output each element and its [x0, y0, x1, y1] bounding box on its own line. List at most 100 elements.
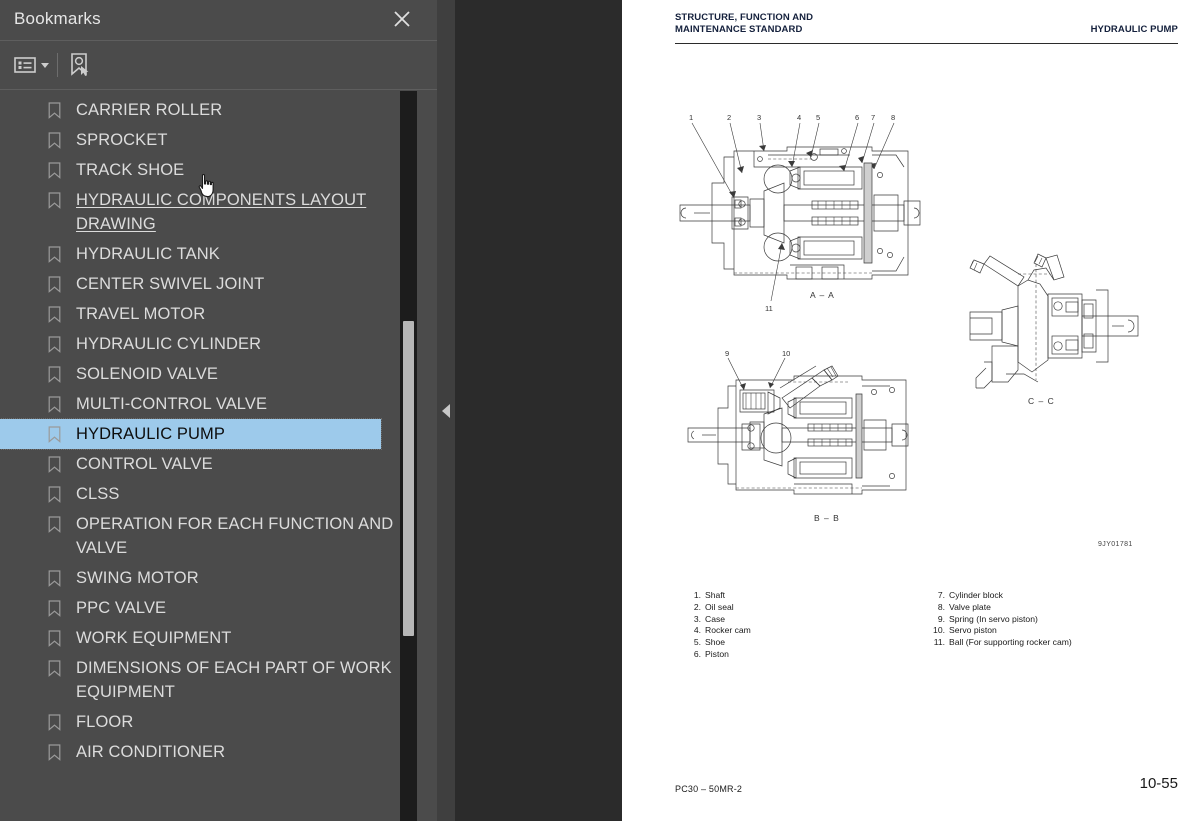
bookmarks-list-viewport: CARRIER ROLLER SPROCKET TRACK SHOE HYDRAULI… — [0, 91, 437, 821]
part-number: 1. — [693, 590, 701, 600]
bookmark-item-clss[interactable]: CLSS — [0, 479, 410, 509]
bookmark-icon — [48, 426, 61, 443]
figure-caption-c-c: C – C — [1028, 396, 1055, 406]
pdf-viewer-window: Bookmarks CARRIER ROLLER SPROCKET TRACK … — [0, 0, 1200, 821]
svg-text:7: 7 — [871, 113, 875, 122]
bookmark-icon — [48, 276, 61, 293]
bookmark-item-center-swivel-joint[interactable]: CENTER SWIVEL JOINT — [0, 269, 410, 299]
bookmark-item-ppc-valve[interactable]: PPC VALVE — [0, 593, 410, 623]
bookmark-item-air-conditioner[interactable]: AIR CONDITIONER — [0, 737, 410, 767]
bookmark-label: MULTI-CONTROL VALVE — [76, 395, 268, 413]
bookmark-item-solenoid-valve[interactable]: SOLENOID VALVE — [0, 359, 410, 389]
bookmark-item-swing-motor[interactable]: SWING MOTOR — [0, 563, 410, 593]
bookmark-icon — [48, 456, 61, 473]
bookmark-item-operation-for-each-function-and-valve[interactable]: OPERATION FOR EACH FUNCTION AND VALVE — [0, 509, 410, 563]
bookmark-item-multi-control-valve[interactable]: MULTI-CONTROL VALVE — [0, 389, 410, 419]
bookmark-item-hydraulic-cylinder[interactable]: HYDRAULIC CYLINDER — [0, 329, 410, 359]
part-entry: 2. Oil seal — [683, 602, 873, 614]
bookmark-icon — [48, 630, 61, 647]
part-entry: 4. Rocker cam — [683, 625, 873, 637]
svg-text:10: 10 — [782, 349, 790, 358]
figure-section-a-a: 1 2 3 4 5 6 7 8 11 — [679, 113, 921, 313]
part-number: 8. — [937, 601, 945, 612]
bookmark-item-dimensions-of-each-part-of-work-equipment[interactable]: DIMENSIONS OF EACH PART OF WORK EQUIPMEN… — [0, 653, 410, 707]
bookmark-label: PPC VALVE — [76, 599, 167, 617]
bookmark-icon — [48, 246, 61, 263]
bookmark-label: HYDRAULIC CYLINDER — [76, 335, 262, 353]
bookmark-label: HYDRAULIC COMPONENTS LAYOUT DRAWING — [76, 191, 367, 233]
bookmark-label: SPROCKET — [76, 131, 168, 149]
bookmark-icon — [48, 102, 61, 119]
bookmark-label: HYDRAULIC PUMP — [76, 425, 226, 443]
bookmark-label: TRACK SHOE — [76, 161, 185, 179]
svg-text:4: 4 — [797, 113, 801, 122]
pdf-page: STRUCTURE, FUNCTION AND MAINTENANCE STAN… — [622, 0, 1200, 821]
footer-model-label: PC30 – 50MR-2 — [675, 784, 743, 794]
bookmark-item-track-shoe[interactable]: TRACK SHOE — [0, 155, 410, 185]
svg-text:5: 5 — [816, 113, 820, 122]
part-number: 6. — [693, 648, 701, 659]
bookmark-label: SOLENOID VALVE — [76, 365, 219, 383]
part-number: 7. — [937, 590, 945, 600]
svg-text:8: 8 — [891, 113, 895, 122]
bookmark-label: CARRIER ROLLER — [76, 101, 223, 119]
bookmarks-toolbar — [0, 41, 437, 90]
bookmark-icon — [48, 366, 61, 383]
bookmark-item-work-equipment[interactable]: WORK EQUIPMENT — [0, 623, 410, 653]
part-name: Shaft — [705, 590, 726, 600]
part-number: 9. — [937, 613, 945, 624]
part-name: Case — [705, 613, 726, 624]
bookmark-item-control-valve[interactable]: CONTROL VALVE — [0, 449, 410, 479]
bookmark-icon — [48, 162, 61, 179]
svg-text:11: 11 — [765, 304, 773, 313]
part-number: 3. — [693, 613, 701, 624]
part-entry: 6. Piston — [683, 649, 873, 661]
part-number: 5. — [693, 637, 701, 648]
list-options-icon[interactable] — [14, 50, 49, 80]
bookmark-label: OPERATION FOR EACH FUNCTION AND VALVE — [76, 515, 394, 557]
figure-section-b-b: 9 10 — [687, 349, 909, 495]
bookmark-icon — [48, 396, 61, 413]
bookmark-icon — [48, 336, 61, 353]
bookmarks-list: CARRIER ROLLER SPROCKET TRACK SHOE HYDRAULI… — [0, 95, 410, 767]
bookmark-label: WORK EQUIPMENT — [76, 629, 232, 647]
bookmark-item-travel-motor[interactable]: TRAVEL MOTOR — [0, 299, 410, 329]
svg-text:6: 6 — [855, 113, 859, 122]
parts-legend-column-left: 1. Shaft 2. Oil seal 3. Case 4. Rocker cam 5. Sho… — [683, 590, 873, 661]
bookmark-icon — [48, 600, 61, 617]
panel-title: Bookmarks — [14, 9, 101, 28]
bookmark-item-hydraulic-pump[interactable]: HYDRAULIC PUMP — [0, 418, 382, 450]
document-header: STRUCTURE, FUNCTION AND MAINTENANCE STAN… — [675, 12, 1178, 36]
bookmark-label: DIMENSIONS OF EACH PART OF WORK EQUIPMEN… — [76, 659, 392, 701]
bookmark-icon — [48, 714, 61, 731]
chevron-down-icon[interactable] — [41, 62, 49, 68]
bookmark-item-floor[interactable]: FLOOR — [0, 707, 410, 737]
header-section-title: HYDRAULIC PUMP — [1090, 24, 1178, 35]
bookmark-icon — [48, 570, 61, 587]
new-bookmark-icon[interactable] — [68, 50, 92, 80]
bookmarks-scrollbar[interactable] — [400, 91, 417, 821]
figure-caption-a-a: A – A — [810, 290, 835, 300]
footer-page-number: 10-55 — [1139, 775, 1178, 792]
bookmark-icon — [48, 132, 61, 149]
toolbar-separator — [57, 53, 58, 77]
bookmark-item-hydraulic-components-layout-drawing[interactable]: HYDRAULIC COMPONENTS LAYOUT DRAWING — [0, 185, 410, 239]
bookmark-icon — [48, 744, 61, 761]
part-entry: 8. Valve plate — [927, 602, 1137, 614]
part-number: 2. — [693, 601, 701, 612]
bookmark-item-sprocket[interactable]: SPROCKET — [0, 125, 410, 155]
part-name: Cylinder block — [949, 590, 1003, 600]
bookmark-label: CONTROL VALVE — [76, 455, 213, 473]
bookmark-item-carrier-roller[interactable]: CARRIER ROLLER — [0, 95, 410, 125]
bookmark-icon — [48, 660, 61, 677]
bookmark-icon — [48, 306, 61, 323]
part-name: Piston — [705, 648, 729, 659]
bookmark-item-hydraulic-tank[interactable]: HYDRAULIC TANK — [0, 239, 410, 269]
figure-section-c-c — [969, 253, 1139, 389]
part-entry: 9. Spring (In servo piston) — [927, 614, 1137, 626]
bookmarks-scrollbar-thumb[interactable] — [403, 321, 414, 636]
part-name: Valve plate — [949, 601, 991, 612]
close-icon[interactable] — [389, 6, 415, 32]
collapse-panel-button[interactable] — [437, 0, 455, 821]
drawing-reference-code: 9JY01781 — [1098, 541, 1133, 548]
